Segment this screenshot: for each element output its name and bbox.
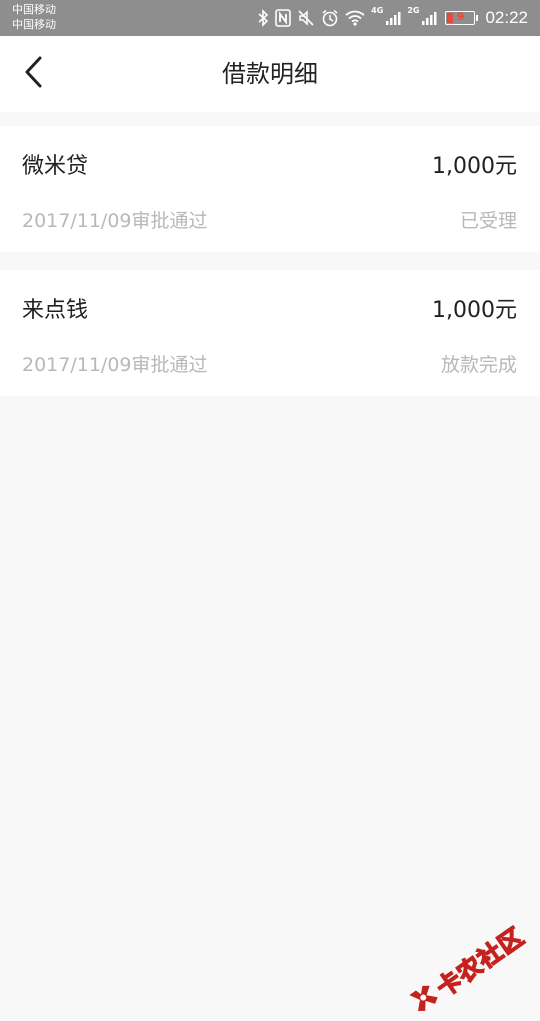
loan-approval-date: 2017/11/09审批通过: [22, 210, 208, 232]
loan-name: 来点钱: [22, 298, 89, 323]
loan-approval-date: 2017/11/09审批通过: [22, 354, 208, 376]
signal-2-icon: [421, 10, 437, 26]
page-title: 借款明细: [222, 60, 318, 88]
network-type-2-label: 2G: [407, 6, 420, 15]
carrier-info: 中国移动 中国移动: [12, 2, 56, 32]
nfc-icon: [275, 9, 291, 27]
loan-amount: 1,000元: [432, 298, 517, 323]
loan-item[interactable]: 微米贷 1,000元 2017/11/09审批通过 已受理: [0, 126, 540, 252]
carrier-1-label: 中国移动: [12, 3, 56, 16]
battery-level-label: 9: [456, 10, 465, 23]
signal-1-icon: [385, 10, 401, 26]
wifi-icon: [345, 10, 365, 26]
bluetooth-icon: [257, 9, 269, 27]
network-type-1-label: 4G: [371, 6, 384, 15]
carrier-2-label: 中国移动: [12, 18, 56, 31]
loan-status: 放款完成: [440, 354, 517, 376]
status-icons: 4G 2G 9 02:22: [257, 0, 528, 36]
battery-icon: 9: [445, 10, 479, 25]
loan-name: 微米贷: [22, 154, 89, 179]
status-time: 02:22: [485, 8, 528, 27]
alarm-icon: [321, 9, 339, 27]
watermark-text: 卡农社区: [431, 922, 530, 1004]
mute-icon: [297, 9, 315, 27]
loan-status: 已受理: [459, 210, 517, 232]
status-bar: 中国移动 中国移动 4G 2G 9 02:22: [0, 0, 540, 36]
watermark: 卡农社区: [403, 917, 530, 1021]
top-nav-bar: 借款明细: [0, 36, 540, 112]
loan-item[interactable]: 来点钱 1,000元 2017/11/09审批通过 放款完成: [0, 270, 540, 396]
loan-amount: 1,000元: [432, 154, 517, 179]
loan-list: 微米贷 1,000元 2017/11/09审批通过 已受理 来点钱 1,000元…: [0, 126, 540, 414]
